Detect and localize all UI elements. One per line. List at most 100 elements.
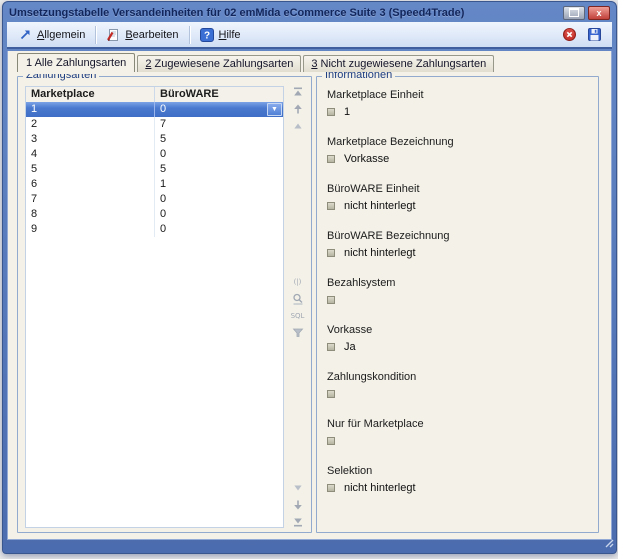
- value-bullet-icon: [327, 155, 335, 163]
- info-value: nicht hinterlegt: [344, 247, 416, 259]
- cell-bueroware: 0: [155, 192, 283, 207]
- toolbar: Allgemein Bearbeiten ? Hilfe: [7, 22, 612, 49]
- info-item: Zahlungskondition: [327, 371, 592, 400]
- toolbar-button-allgemein[interactable]: Allgemein: [12, 25, 92, 44]
- cell-bueroware: 0: [155, 147, 283, 162]
- cell-marketplace: 6: [26, 177, 155, 192]
- sql-icon[interactable]: SQL: [292, 310, 304, 322]
- window-title: Umsetzungstabelle Versandeinheiten für 0…: [9, 7, 560, 19]
- table-header: Marketplace BüroWARE: [26, 87, 283, 102]
- value-bullet-icon: [327, 343, 335, 351]
- dialog-window: Umsetzungstabelle Versandeinheiten für 0…: [2, 1, 617, 554]
- tab-label: Nicht zugewiesene Zahlungsarten: [321, 58, 487, 70]
- cell-bueroware: 5: [155, 132, 283, 147]
- close-window-button[interactable]: x: [588, 6, 610, 20]
- titlebar[interactable]: Umsetzungstabelle Versandeinheiten für 0…: [4, 3, 615, 22]
- info-value: nicht hinterlegt: [344, 200, 416, 212]
- move-last-icon[interactable]: [292, 516, 304, 528]
- search-icon[interactable]: [292, 293, 304, 305]
- tab-number: 2: [145, 58, 151, 70]
- arrow-up-right-icon: [19, 28, 32, 41]
- value-bullet-icon: [327, 390, 335, 398]
- cell-bueroware: 0: [155, 222, 283, 237]
- cell-bueroware: 0: [155, 102, 283, 117]
- move-down-icon[interactable]: [292, 499, 304, 511]
- filter-icon[interactable]: [292, 327, 304, 339]
- info-label: Marketplace Einheit: [327, 89, 592, 102]
- cell-marketplace: 8: [26, 207, 155, 222]
- value-bullet-icon: [327, 108, 335, 116]
- resize-grip[interactable]: [603, 537, 614, 551]
- column-header-marketplace[interactable]: Marketplace: [26, 87, 155, 102]
- toolbar-button-hilfe[interactable]: ? Hilfe: [193, 25, 248, 45]
- table-row[interactable]: 2 7: [26, 117, 283, 132]
- help-icon: ?: [200, 28, 214, 42]
- cell-marketplace: 9: [26, 222, 155, 237]
- tab-1[interactable]: 1 Alle Zahlungsarten: [17, 53, 135, 72]
- value-bullet-icon: [327, 296, 335, 304]
- cell-marketplace: 7: [26, 192, 155, 207]
- fit-columns-icon[interactable]: (|): [292, 276, 304, 288]
- info-item: Bezahlsystem: [327, 277, 592, 306]
- info-label: Selektion: [327, 465, 592, 478]
- info-item: BüroWARE Einheit nicht hinterlegt: [327, 183, 592, 212]
- tab-number: 1: [26, 57, 32, 69]
- info-label: Zahlungskondition: [327, 371, 592, 384]
- info-value: Vorkasse: [344, 153, 389, 165]
- tab-3[interactable]: 3 Nicht zugewiesene Zahlungsarten: [303, 55, 494, 72]
- info-item: BüroWARE Bezeichnung nicht hinterlegt: [327, 230, 592, 259]
- table-row[interactable]: 7 0: [26, 192, 283, 207]
- cell-marketplace: 2: [26, 117, 155, 132]
- scroll-up-icon[interactable]: [292, 120, 304, 132]
- dropdown-button[interactable]: ▼: [267, 103, 282, 116]
- cell-bueroware: 7: [155, 117, 283, 132]
- table-side-toolbar: (|) SQL: [288, 86, 307, 528]
- cancel-icon: [563, 28, 576, 41]
- info-label: Nur für Marketplace: [327, 418, 592, 431]
- table-row[interactable]: 3 5: [26, 132, 283, 147]
- column-header-bueroware[interactable]: BüroWARE: [155, 87, 283, 102]
- info-value: nicht hinterlegt: [344, 482, 416, 494]
- info-label: Vorkasse: [327, 324, 592, 337]
- info-label: Marketplace Bezeichnung: [327, 136, 592, 149]
- tab-strip: 1 Alle Zahlungsarten 2 Zugewiesene Zahlu…: [17, 54, 496, 72]
- save-button[interactable]: [586, 26, 603, 43]
- cell-marketplace: 4: [26, 147, 155, 162]
- cell-bueroware: 5: [155, 162, 283, 177]
- cancel-button[interactable]: [561, 26, 578, 43]
- value-bullet-icon: [327, 484, 335, 492]
- close-icon: x: [596, 7, 601, 19]
- restore-window-button[interactable]: [563, 6, 585, 20]
- table-row[interactable]: 8 0: [26, 207, 283, 222]
- table-row[interactable]: 5 5: [26, 162, 283, 177]
- info-item: Vorkasse Ja: [327, 324, 592, 353]
- edit-note-icon: [106, 28, 120, 42]
- table-row[interactable]: 9 0: [26, 222, 283, 237]
- value-bullet-icon: [327, 202, 335, 210]
- scroll-down-icon[interactable]: [292, 482, 304, 494]
- chevron-down-icon: ▼: [271, 106, 278, 113]
- info-label: Bezahlsystem: [327, 277, 592, 290]
- tab-2[interactable]: 2 Zugewiesene Zahlungsarten: [137, 55, 301, 72]
- table-row[interactable]: 1 0 ▼: [26, 102, 283, 117]
- info-value: Ja: [344, 341, 356, 353]
- table-row[interactable]: 6 1: [26, 177, 283, 192]
- info-label: BüroWARE Bezeichnung: [327, 230, 592, 243]
- tab-number: 3: [311, 58, 317, 70]
- payments-table[interactable]: Marketplace BüroWARE 1 0 ▼ 2 7 3 5 4 0 5…: [25, 86, 284, 528]
- restore-icon: [569, 8, 579, 17]
- cell-marketplace: 1: [26, 102, 155, 117]
- toolbar-button-bearbeiten[interactable]: Bearbeiten: [99, 25, 185, 45]
- tab-label: Alle Zahlungsarten: [35, 57, 127, 69]
- svg-text:?: ?: [203, 30, 209, 41]
- cell-marketplace: 5: [26, 162, 155, 177]
- value-bullet-icon: [327, 249, 335, 257]
- cell-marketplace: 3: [26, 132, 155, 147]
- info-value: 1: [344, 106, 350, 118]
- value-bullet-icon: [327, 437, 335, 445]
- toolbar-separator: [189, 26, 190, 44]
- table-row[interactable]: 4 0: [26, 147, 283, 162]
- move-up-icon[interactable]: [292, 103, 304, 115]
- cell-bueroware: 0: [155, 207, 283, 222]
- move-first-icon[interactable]: [292, 86, 304, 98]
